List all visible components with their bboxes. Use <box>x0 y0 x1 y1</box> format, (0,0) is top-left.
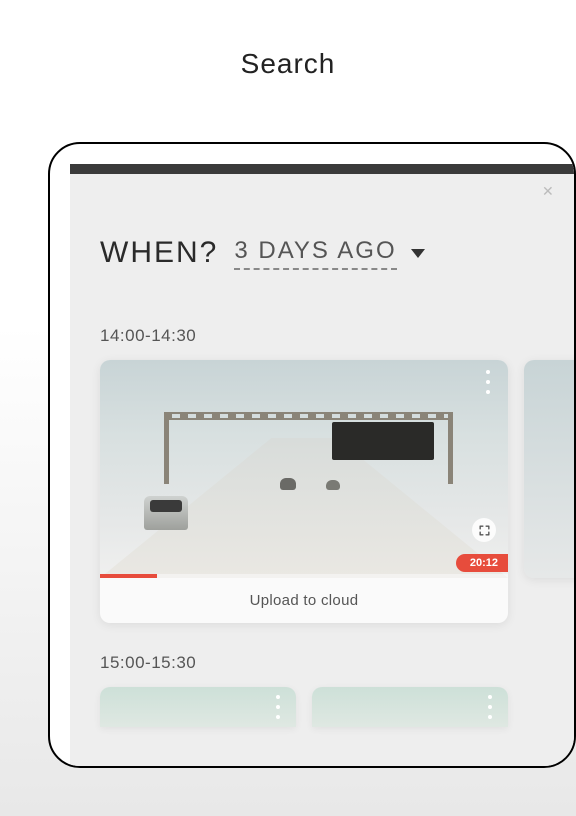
scene-gantry-beam <box>164 412 452 420</box>
close-icon[interactable]: ✕ <box>542 184 556 198</box>
video-thumbnail[interactable]: 20:12 <box>100 360 508 578</box>
video-card-peek[interactable] <box>524 360 574 578</box>
scene-sign <box>332 422 434 460</box>
filter-value: 3 DAYS AGO <box>234 237 396 270</box>
video-card[interactable]: 20:12 Upload to cloud <box>100 360 508 623</box>
more-options-icon[interactable] <box>270 695 286 719</box>
upload-to-cloud-button[interactable]: Upload to cloud <box>100 578 508 623</box>
video-card[interactable] <box>100 687 296 727</box>
scene-car <box>326 480 340 490</box>
time-range-label: 15:00-15:30 <box>100 653 574 673</box>
status-bar <box>70 164 574 174</box>
page-title: Search <box>0 48 576 80</box>
time-range-label: 14:00-14:30 <box>100 326 574 346</box>
video-card-row <box>70 687 574 727</box>
filter-dropdown[interactable]: 3 DAYS AGO <box>234 237 424 270</box>
scene-car <box>144 496 188 530</box>
duration-badge: 20:12 <box>456 554 508 572</box>
more-options-icon[interactable] <box>480 370 496 394</box>
filter-label: WHEN? <box>100 236 218 270</box>
progress-track[interactable] <box>100 574 508 578</box>
scene-gantry-post <box>164 412 169 484</box>
more-options-icon[interactable] <box>482 695 498 719</box>
fullscreen-icon[interactable] <box>472 518 496 542</box>
progress-fill <box>100 574 157 578</box>
filter-row: WHEN? 3 DAYS AGO <box>100 236 574 270</box>
app-screen: ✕ WHEN? 3 DAYS AGO 14:00-14:30 <box>70 164 574 766</box>
chevron-down-icon <box>411 249 425 258</box>
video-card[interactable] <box>312 687 508 727</box>
device-frame: ✕ WHEN? 3 DAYS AGO 14:00-14:30 <box>48 142 576 768</box>
scene-gantry-post <box>448 412 453 484</box>
scene-car <box>280 478 296 490</box>
video-card-row: 20:12 Upload to cloud <box>70 360 574 623</box>
